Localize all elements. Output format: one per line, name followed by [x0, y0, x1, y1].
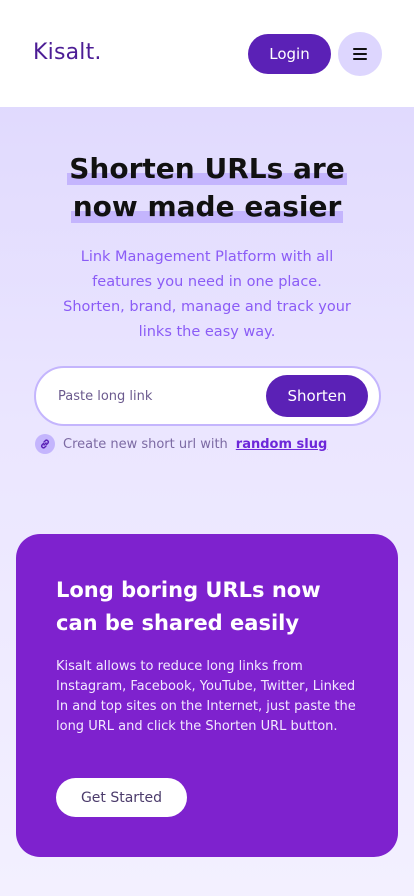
login-button[interactable]: Login	[248, 34, 331, 74]
top-header: Kisalt. Login	[0, 0, 414, 107]
card-text: Kisalt allows to reduce long links from …	[56, 659, 356, 734]
long-link-input[interactable]	[58, 381, 258, 411]
hero-title: Shorten URLs are now made easier	[0, 150, 414, 226]
random-slug-link[interactable]: random slug	[236, 437, 328, 452]
get-started-button[interactable]: Get Started	[56, 778, 187, 817]
brand-logo[interactable]: Kisalt.	[33, 40, 102, 65]
link-icon	[35, 434, 55, 454]
shorten-form: Shorten	[34, 366, 381, 426]
random-slug-helper: Create new short url with random slug	[35, 434, 327, 454]
hero-description: Link Management Platform with all featur…	[63, 249, 351, 340]
hero-title-line-1: Shorten URLs are	[67, 150, 348, 188]
card-title: Long boring URLs now can be shared easil…	[56, 578, 321, 635]
menu-button[interactable]	[338, 32, 382, 76]
feature-card: Long boring URLs now can be shared easil…	[16, 534, 398, 857]
shorten-button[interactable]: Shorten	[266, 375, 368, 417]
helper-text: Create new short url with	[63, 436, 228, 452]
hero-title-line-2: now made easier	[70, 188, 344, 226]
hamburger-icon	[353, 48, 367, 60]
